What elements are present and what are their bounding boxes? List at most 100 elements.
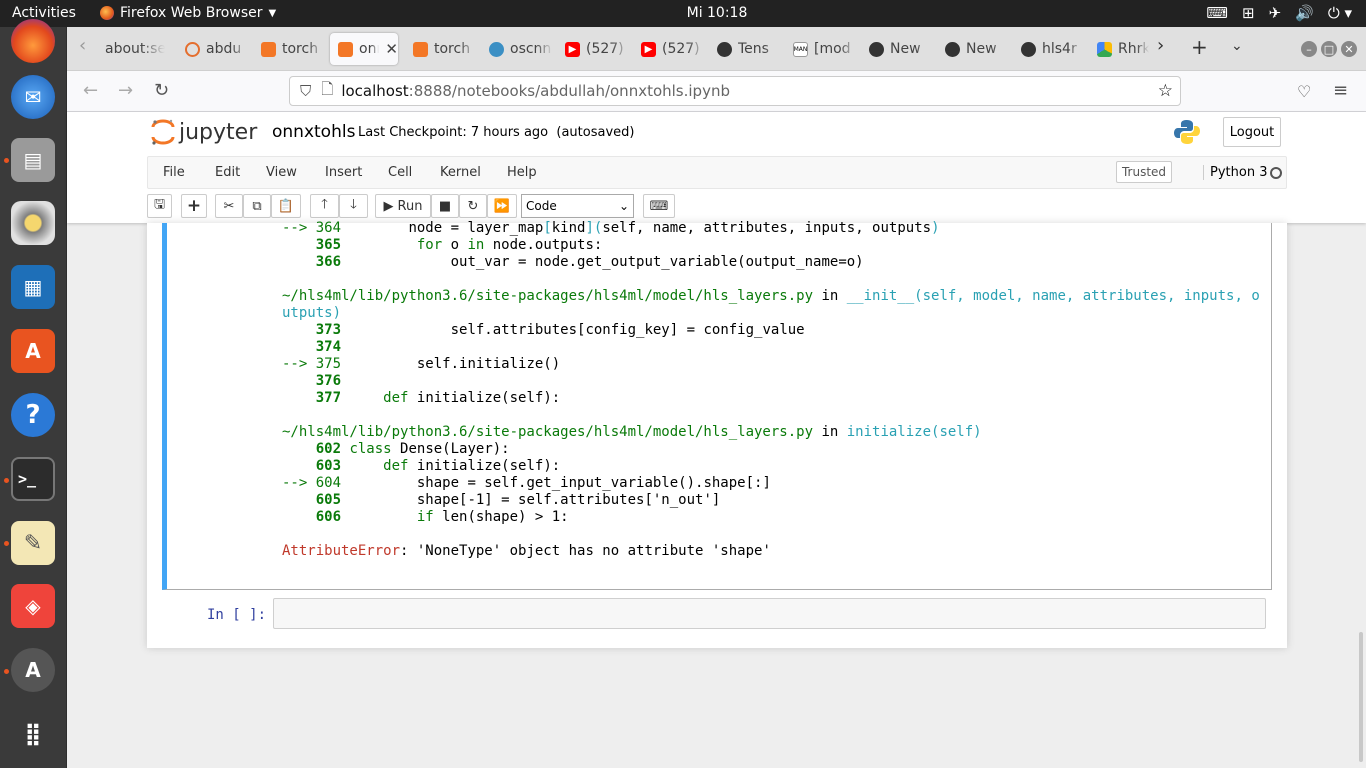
- tab[interactable]: hls4r: [1013, 33, 1085, 65]
- power-icon[interactable]: ⏻ ▾: [1328, 4, 1352, 22]
- code-bracket: ](: [585, 220, 603, 236]
- copy-button[interactable]: ⧉: [243, 194, 271, 218]
- move-up-button[interactable]: 🡑: [310, 194, 339, 218]
- apps-grid-icon[interactable]: ⣿: [11, 712, 55, 756]
- scroll-tabs-left-icon[interactable]: ‹: [79, 35, 86, 56]
- notebook-name[interactable]: onnxtohls: [272, 122, 355, 142]
- tab[interactable]: oscnn: [481, 33, 553, 65]
- network-icon[interactable]: ⊞: [1242, 4, 1255, 22]
- volume-icon[interactable]: 🔊: [1295, 4, 1314, 22]
- tab[interactable]: about:se: [97, 33, 169, 65]
- traceback-function: __init__(self, model, name, attributes, …: [846, 288, 1260, 304]
- system-tray[interactable]: ⌨ ⊞ ✈ 🔊 ⏻ ▾: [1206, 4, 1352, 22]
- back-icon[interactable]: ←: [83, 80, 98, 101]
- tab-label: (527): [662, 41, 700, 57]
- airplane-icon[interactable]: ✈: [1269, 4, 1282, 22]
- maximize-window-icon[interactable]: □: [1321, 41, 1337, 57]
- shield-icon[interactable]: ⛉: [300, 82, 311, 100]
- restart-button[interactable]: ↻: [459, 194, 487, 218]
- traceback-function-cont: utputs): [282, 305, 342, 321]
- logout-button[interactable]: Logout: [1223, 117, 1281, 147]
- menu-help[interactable]: Help: [507, 165, 537, 180]
- tab[interactable]: Rhrk: [1089, 33, 1149, 65]
- tab[interactable]: New: [861, 33, 933, 65]
- tab[interactable]: torch: [405, 33, 477, 65]
- command-palette-button[interactable]: ⌨: [643, 194, 675, 218]
- bookmark-star-icon[interactable]: ☆: [1158, 81, 1173, 101]
- autosave-text: (autosaved): [556, 125, 635, 140]
- dock: ✉ ▤ ▦ A ? >_ ✎ ◈ A ⣿: [0, 19, 67, 768]
- minimize-window-icon[interactable]: –: [1301, 41, 1317, 57]
- clock[interactable]: Mi 10:18: [0, 5, 1366, 21]
- pocket-icon[interactable]: ♡: [1297, 82, 1311, 101]
- keyboard-icon[interactable]: ⌨: [1206, 4, 1228, 22]
- url-bar[interactable]: ⛉ 🗋 localhost:8888/notebooks/abdullah/on…: [289, 76, 1181, 106]
- page-scrollbar[interactable]: [1359, 632, 1363, 762]
- move-down-button[interactable]: 🡓: [339, 194, 368, 218]
- reload-icon[interactable]: ↻: [154, 80, 169, 101]
- jupyter-logo[interactable]: jupyter: [151, 118, 257, 146]
- interrupt-button[interactable]: ■: [431, 194, 459, 218]
- tab[interactable]: New: [937, 33, 1009, 65]
- tab-active[interactable]: onn ✕: [330, 33, 398, 65]
- drive-favicon: [1097, 41, 1112, 57]
- jupyter-favicon: [185, 41, 200, 57]
- updater-icon[interactable]: A: [11, 648, 55, 692]
- files-icon[interactable]: ▤: [11, 138, 55, 182]
- code-keyword: class: [349, 441, 392, 457]
- tab[interactable]: torch: [253, 33, 325, 65]
- firefox-icon[interactable]: [11, 19, 55, 63]
- scroll-tabs-right-icon[interactable]: ›: [1157, 35, 1164, 56]
- tab-label: oscnn: [510, 41, 552, 57]
- restart-run-all-button[interactable]: ⏩: [487, 194, 517, 218]
- terminal-icon[interactable]: >_: [11, 457, 55, 501]
- forward-icon[interactable]: →: [118, 80, 133, 101]
- menu-view[interactable]: View: [266, 165, 297, 180]
- writer-icon[interactable]: ▦: [11, 265, 55, 309]
- menu-cell[interactable]: Cell: [388, 165, 412, 180]
- jupyter-logo-icon: [151, 119, 175, 145]
- cut-button[interactable]: ✂: [215, 194, 243, 218]
- tab[interactable]: ▶ (527): [633, 33, 705, 65]
- save-button[interactable]: 🖫: [147, 194, 172, 218]
- insert-cell-below-button[interactable]: +: [181, 194, 207, 218]
- rhythmbox-icon[interactable]: [11, 201, 55, 245]
- tab[interactable]: Tens: [709, 33, 781, 65]
- checkpoint-text: Last Checkpoint: 7 hours ago: [358, 125, 549, 140]
- menu-insert[interactable]: Insert: [325, 165, 362, 180]
- software-icon[interactable]: A: [11, 329, 55, 373]
- kernel-name[interactable]: Python 3: [1203, 165, 1267, 180]
- code-editor[interactable]: [273, 598, 1266, 629]
- list-tabs-icon[interactable]: ⌄: [1231, 38, 1243, 54]
- hamburger-menu-icon[interactable]: ≡: [1333, 80, 1348, 101]
- menu-kernel[interactable]: Kernel: [440, 165, 481, 180]
- trusted-badge[interactable]: Trusted: [1116, 161, 1172, 183]
- close-window-icon[interactable]: ✕: [1341, 41, 1357, 57]
- line-number: 373: [315, 322, 342, 338]
- new-tab-icon[interactable]: +: [1191, 35, 1208, 59]
- tab[interactable]: abdu: [177, 33, 249, 65]
- line-number: 602: [315, 441, 342, 457]
- tab[interactable]: ▶ (527): [557, 33, 629, 65]
- code-keyword: in: [467, 237, 485, 253]
- traceback-arrow: --> 375: [282, 356, 342, 372]
- paste-button[interactable]: 📋: [271, 194, 301, 218]
- help-icon[interactable]: ?: [11, 393, 55, 437]
- run-button[interactable]: ▶ Run: [375, 194, 431, 218]
- tab[interactable]: MAN [mod: [785, 33, 857, 65]
- traceback-function: initialize(self): [846, 424, 982, 440]
- close-tab-icon[interactable]: ✕: [385, 40, 398, 58]
- page-icon[interactable]: 🗋: [321, 79, 333, 104]
- text-editor-icon[interactable]: ✎: [11, 521, 55, 565]
- jupyter-logo-text: jupyter: [179, 119, 258, 145]
- anydesk-icon[interactable]: ◈: [11, 584, 55, 628]
- code-text: shape[-1] = self.attributes['n_out']: [416, 492, 721, 508]
- input-cell[interactable]: In [ ]:: [162, 595, 1272, 635]
- tab-label: abdu: [206, 41, 242, 57]
- menu-edit[interactable]: Edit: [215, 165, 240, 180]
- cell-type-select[interactable]: Code ⌄: [521, 194, 634, 218]
- line-number: 365: [315, 237, 342, 253]
- output-cell[interactable]: --> 364 node = layer_map[kind](self, nam…: [162, 220, 1272, 590]
- thunderbird-icon[interactable]: ✉: [11, 75, 55, 119]
- menu-file[interactable]: File: [163, 165, 185, 180]
